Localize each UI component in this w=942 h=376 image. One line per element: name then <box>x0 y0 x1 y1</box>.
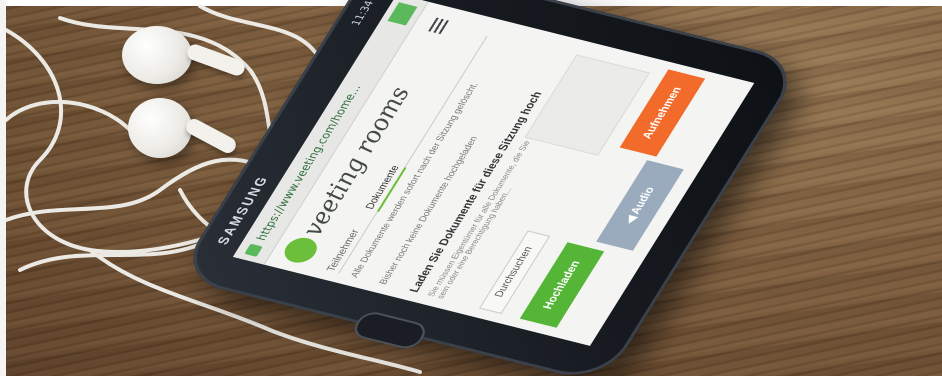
cable-strand <box>4 99 132 132</box>
veeting-logo-icon <box>279 234 323 266</box>
earbud-left <box>122 26 192 84</box>
browser-tabs-icon[interactable] <box>387 2 418 26</box>
secure-lock-icon <box>244 243 263 257</box>
menu-icon[interactable] <box>428 17 449 35</box>
earbud-right <box>128 98 192 158</box>
photo-scene: SAMSUNG 11:34 https://www.veeting.com/ho… <box>0 0 942 376</box>
